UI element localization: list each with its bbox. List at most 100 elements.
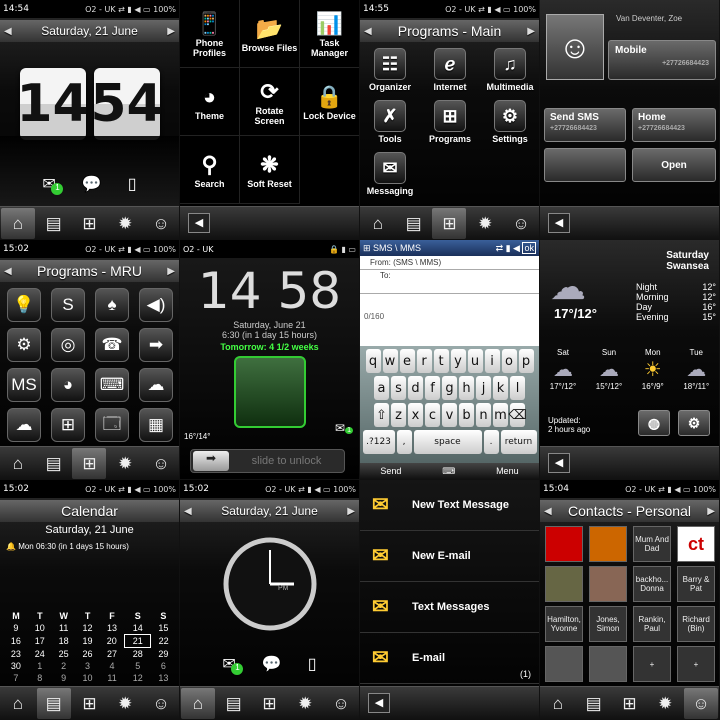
symbols-key[interactable]: .?123 xyxy=(362,430,395,454)
calendar-day[interactable]: 9 xyxy=(4,622,28,635)
calendar-day[interactable]: 9 xyxy=(52,672,76,684)
contact-tile[interactable]: ct xyxy=(677,526,715,562)
send-sms-button[interactable]: Send SMS +27726684423 xyxy=(544,108,626,142)
next-arrow-icon[interactable]: ▶ xyxy=(347,506,355,517)
tab-people-icon[interactable]: ☺ xyxy=(144,688,178,719)
menu-item-email[interactable]: ✉ New E-mail xyxy=(360,531,539,582)
calendar-day[interactable]: 30 xyxy=(4,660,28,672)
back-arrow-icon[interactable]: ◀ xyxy=(188,213,210,233)
contact-tile[interactable]: backho... Donna xyxy=(633,566,671,602)
prev-arrow-icon[interactable]: ◀ xyxy=(364,26,372,37)
contact-tile[interactable]: Rankin, Paul xyxy=(633,606,671,642)
mobile-button[interactable]: Mobile +27726684423 xyxy=(608,40,716,80)
contact-tile[interactable] xyxy=(589,566,627,602)
mru-app-icon[interactable]: ◀) xyxy=(139,288,173,322)
program-internet[interactable]: ℯ Internet xyxy=(420,44,480,96)
unlock-arrow-icon[interactable]: ➡ xyxy=(193,451,229,471)
voicemail-icon[interactable]: ▯ xyxy=(128,174,137,194)
calendar-day[interactable]: 7 xyxy=(4,672,28,684)
key[interactable]: m xyxy=(493,403,508,427)
period-key[interactable]: . xyxy=(483,430,499,454)
contact-tile[interactable] xyxy=(589,526,627,562)
calendar-day[interactable]: 11 xyxy=(52,622,76,635)
calendar-day[interactable]: 5 xyxy=(125,660,151,672)
menu-item-text-messages[interactable]: ✉ Text Messages xyxy=(360,582,539,633)
calendar-day[interactable]: 21 xyxy=(124,634,152,648)
calendar-day[interactable]: 12 xyxy=(76,622,100,635)
mail-icon[interactable]: ✉ 1 xyxy=(42,174,64,195)
calendar-day[interactable]: 3 xyxy=(76,660,100,672)
menu-item-sms[interactable]: ✉ New Text Message xyxy=(360,480,539,531)
open-button[interactable]: Open xyxy=(632,148,716,182)
program-programs[interactable]: ⊞ Programs xyxy=(420,96,480,148)
calendar-day[interactable]: 12 xyxy=(125,672,151,684)
tab-calendar-icon[interactable]: ▤ xyxy=(397,208,431,239)
tab-home-icon[interactable]: ⌂ xyxy=(1,688,35,719)
next-arrow-icon[interactable]: ▶ xyxy=(527,26,535,37)
key[interactable]: b xyxy=(459,403,474,427)
return-key[interactable]: return xyxy=(500,430,537,454)
calendar-day[interactable]: 10 xyxy=(28,622,52,635)
key[interactable]: d xyxy=(408,376,423,400)
key[interactable]: n xyxy=(476,403,491,427)
calendar-day[interactable]: 24 xyxy=(28,648,52,661)
tile-phone[interactable]: 📱 Phone Profiles xyxy=(180,0,240,68)
menu-item-email-inbox[interactable]: ✉ E-mail xyxy=(360,633,539,684)
program-messaging[interactable]: ✉ Messaging xyxy=(360,148,420,200)
key[interactable]: u xyxy=(467,349,483,373)
calendar-day[interactable]: 2 xyxy=(52,660,76,672)
tab-programs-icon[interactable]: ⊞ xyxy=(72,447,107,479)
mru-app-icon[interactable]: ⊞ xyxy=(51,408,85,442)
key[interactable]: a xyxy=(374,376,389,400)
ok-button[interactable]: ok xyxy=(522,241,536,254)
key[interactable]: e xyxy=(399,349,415,373)
weather-settings-button[interactable]: ⚙ xyxy=(678,410,710,436)
key[interactable]: s xyxy=(391,376,406,400)
key[interactable]: x xyxy=(408,403,423,427)
mru-app-icon[interactable]: 🗔 xyxy=(95,408,129,442)
tab-programs-icon[interactable]: ⊞ xyxy=(252,688,286,719)
chat-icon[interactable]: 💬 xyxy=(82,174,102,194)
start-icon[interactable]: ⊞ SMS \ MMS xyxy=(363,243,421,254)
key[interactable]: w xyxy=(382,349,398,373)
key[interactable]: ⌫ xyxy=(508,403,527,427)
refresh-button[interactable]: ◍ xyxy=(638,410,670,436)
tab-weather-icon[interactable]: ✹ xyxy=(468,208,502,239)
back-arrow-icon[interactable]: ◀ xyxy=(368,693,390,713)
tab-programs-icon[interactable]: ⊞ xyxy=(612,688,646,719)
tab-home-icon[interactable]: ⌂ xyxy=(1,448,35,479)
key[interactable]: l xyxy=(510,376,525,400)
key[interactable]: r xyxy=(416,349,432,373)
mru-app-icon[interactable]: ▦ xyxy=(139,408,173,442)
tab-people-icon[interactable]: ☺ xyxy=(504,208,538,239)
contact-tile[interactable] xyxy=(545,646,583,682)
tile-theme[interactable]: ◕ Theme xyxy=(180,68,240,136)
calendar-day[interactable]: 22 xyxy=(151,635,176,648)
mru-app-icon[interactable]: ☁ xyxy=(139,368,173,402)
contact-tile[interactable]: + xyxy=(677,646,715,682)
date-bar[interactable]: ◀ Saturday, 21 June ▶ xyxy=(0,20,179,42)
contact-tile[interactable] xyxy=(545,526,583,562)
tab-weather-icon[interactable]: ✹ xyxy=(648,688,682,719)
calendar-day[interactable]: 8 xyxy=(28,672,52,684)
tab-weather-icon[interactable]: ✹ xyxy=(108,448,142,479)
tile-task[interactable]: 📊 Task Manager xyxy=(300,0,359,68)
tab-calendar-icon[interactable]: ▤ xyxy=(217,688,251,719)
calendar-day[interactable]: 25 xyxy=(52,648,76,661)
calendar-day[interactable]: 4 xyxy=(100,660,125,672)
key[interactable]: q xyxy=(365,349,381,373)
tab-weather-icon[interactable]: ✹ xyxy=(288,688,322,719)
contact-tile[interactable]: Jones, Simon xyxy=(589,606,627,642)
contact-tile[interactable] xyxy=(545,566,583,602)
mru-app-icon[interactable]: ☎ xyxy=(95,328,129,362)
prev-arrow-icon[interactable]: ◀ xyxy=(4,26,12,37)
chat-icon[interactable]: 💬 xyxy=(262,654,282,674)
contact-tile[interactable]: Mum And Dad xyxy=(633,526,671,562)
calendar-day[interactable]: 1 xyxy=(28,660,52,672)
mru-app-icon[interactable]: ♠ xyxy=(95,288,129,322)
contact-tile[interactable] xyxy=(589,646,627,682)
key[interactable]: c xyxy=(425,403,440,427)
tab-home-icon[interactable]: ⌂ xyxy=(541,688,575,719)
contact-tile[interactable]: Hamilton, Yvonne xyxy=(545,606,583,642)
mru-app-icon[interactable]: 💡 xyxy=(7,288,41,322)
